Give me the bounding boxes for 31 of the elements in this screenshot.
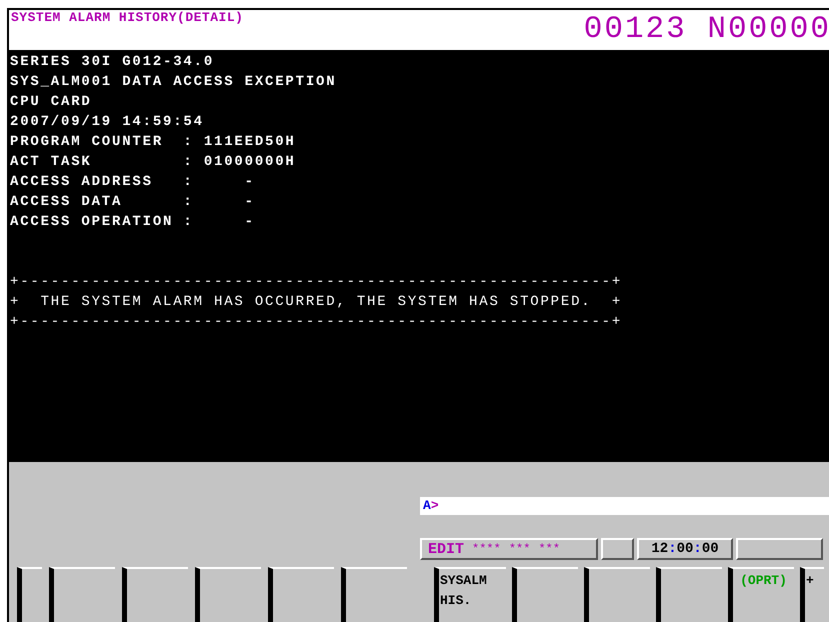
soft-key[interactable] [49,567,115,622]
status-field [601,538,634,560]
soft-key[interactable] [268,567,334,622]
soft-key[interactable] [17,567,42,622]
detail-line: SERIES 30I G012-34.0 [9,53,214,72]
soft-key[interactable] [122,567,188,622]
soft-key[interactable]: SYSALM HIS. [434,567,506,622]
soft-key[interactable] [512,567,578,622]
status-text: **** [472,543,501,555]
soft-key[interactable] [341,567,407,622]
detail-line: ACT TASK : 01000000H [9,153,296,172]
program-number: 00123 N00000 [584,11,829,49]
status-text: *** [508,543,530,555]
status-text: *** [538,543,560,555]
soft-key[interactable]: + [800,567,824,622]
screen-title: SYSTEM ALARM HISTORY(DETAIL) [11,10,244,26]
alarm-message-line: + THE SYSTEM ALARM HAS OCCURRED, THE SYSTEM HAS STOPPED. + [9,293,622,312]
detail-line: SYS_ALM001 DATA ACCESS EXCEPTION [9,73,336,92]
soft-key[interactable] [656,567,722,622]
detail-line: ACCESS OPERATION : - [9,213,255,232]
alarm-message-line: +----------------------------------------------------------+ [9,273,622,292]
soft-key[interactable] [584,567,650,622]
detail-line: ACCESS DATA : - [9,193,255,212]
clock-time: 12:00:00 [637,538,733,560]
alarm-message-line: +----------------------------------------------------------+ [9,313,622,332]
detail-line: CPU CARD [9,93,92,112]
soft-key[interactable] [195,567,261,622]
detail-line: ACCESS ADDRESS : - [9,173,255,192]
detail-line: 2007/09/19 14:59:54 [9,113,204,132]
mode-label: EDIT [428,542,464,556]
detail-line: PROGRAM COUNTER : 111EED50H [9,133,296,152]
